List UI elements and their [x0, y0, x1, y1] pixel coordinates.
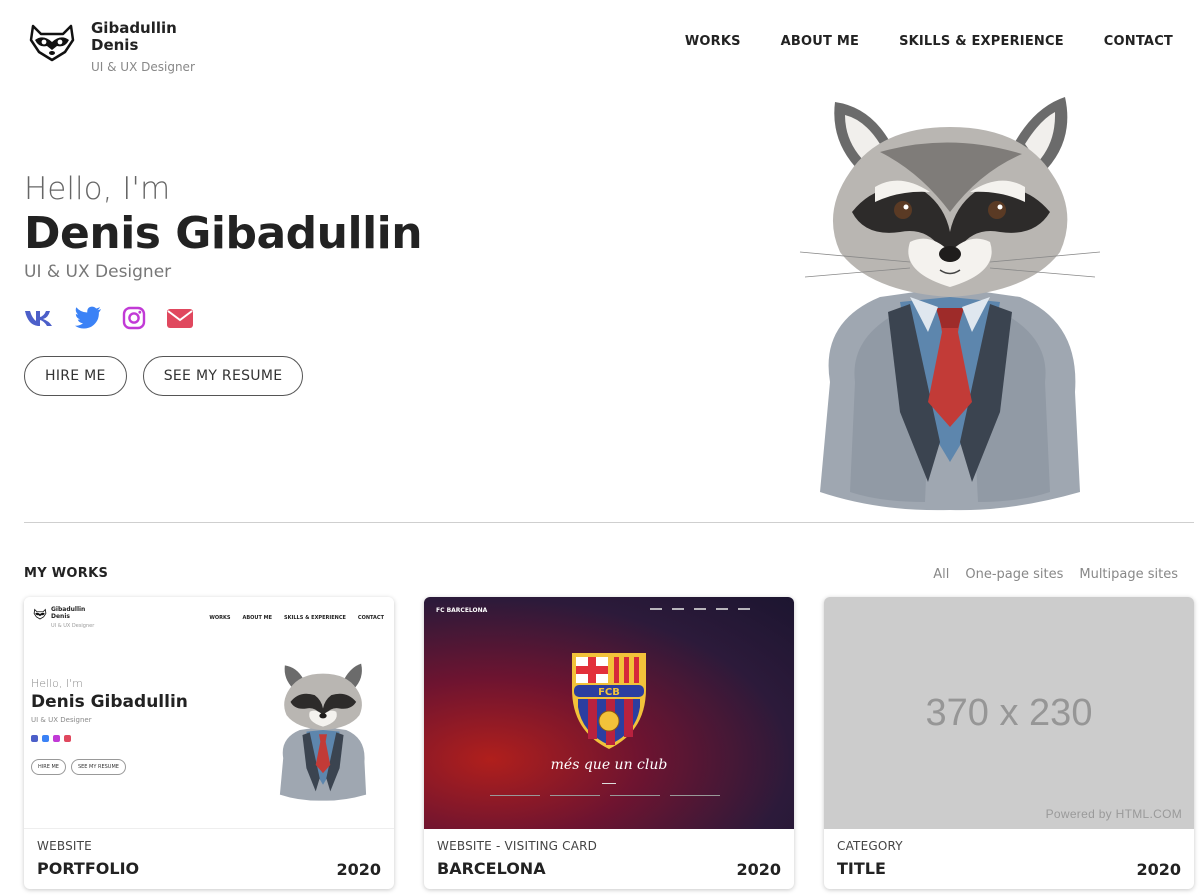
mini-nav-works: WORKS — [209, 615, 231, 621]
filter-all[interactable]: All — [933, 567, 949, 582]
filter-multipage-sites[interactable]: Multipage sites — [1079, 567, 1178, 582]
mini-logo-first: Gibadullin — [51, 606, 86, 613]
portfolio-thumbnail: Gibadullin Denis UI & UX Designer WORKS … — [24, 597, 394, 829]
card-title: BARCELONA — [437, 859, 546, 878]
hire-me-button[interactable]: HIRE ME — [24, 356, 127, 396]
works-filters: All One-page sites Multipage sites — [933, 567, 1178, 582]
mini-club-nav — [650, 608, 750, 610]
barcelona-thumbnail: FC BARCELONA FCB més que un club — [424, 597, 794, 829]
mini-nav-about: ABOUT ME — [242, 615, 273, 621]
filter-one-page-sites[interactable]: One-page sites — [965, 567, 1063, 582]
work-card-portfolio[interactable]: Gibadullin Denis UI & UX Designer WORKS … — [24, 597, 394, 889]
social-links — [24, 306, 584, 330]
hero-greeting: Hello, I'm — [24, 171, 171, 207]
card-title: TITLE — [837, 859, 886, 878]
mini-hire-button: HIRE ME — [31, 759, 66, 775]
mini-club-name: FC BARCELONA — [436, 607, 488, 614]
mini-vk-icon — [31, 735, 38, 742]
mini-twitter-icon — [42, 735, 49, 742]
mini-socials — [31, 735, 71, 742]
section-divider — [24, 522, 1194, 523]
placeholder-thumbnail: 370 x 230 Powered by HTML.COM — [824, 597, 1194, 829]
mini-buttons: HIRE ME SEE MY RESUME — [31, 759, 126, 775]
powered-by-text: Powered by HTML.COM — [1045, 807, 1182, 821]
nav-works[interactable]: WORKS — [685, 34, 741, 49]
mini-greeting: Hello, I'm — [31, 677, 83, 690]
mail-icon[interactable] — [166, 307, 194, 329]
raccoon-illustration — [799, 97, 1101, 511]
fcb-crest-icon: FCB — [572, 653, 646, 749]
nav-about-me[interactable]: ABOUT ME — [781, 34, 859, 49]
hero-name: Denis Gibadullin — [24, 208, 423, 259]
logo-role: UI & UX Designer — [91, 60, 195, 74]
vk-icon[interactable] — [24, 308, 54, 328]
card-category: WEBSITE - VISITING CARD — [437, 839, 598, 853]
card-category: CATEGORY — [837, 839, 903, 853]
logo-name-last: Denis — [91, 36, 139, 54]
mini-resume-button: SEE MY RESUME — [70, 759, 126, 775]
card-year: 2020 — [1136, 860, 1181, 879]
mini-mail-icon — [64, 735, 71, 742]
mini-nav-skills: SKILLS & EXPERIENCE — [284, 615, 346, 621]
card-year: 2020 — [736, 860, 781, 879]
nav-contact[interactable]: CONTACT — [1104, 34, 1173, 49]
hero-role: UI & UX Designer — [24, 262, 172, 282]
card-category: WEBSITE — [37, 839, 92, 853]
work-card-placeholder[interactable]: 370 x 230 Powered by HTML.COM CATEGORY T… — [824, 597, 1194, 889]
mini-logo-name: Gibadullin Denis — [51, 606, 85, 620]
mini-role: UI & UX Designer — [31, 716, 92, 724]
card-year: 2020 — [336, 860, 381, 879]
mini-nav-contact: CONTACT — [357, 615, 384, 621]
see-resume-button[interactable]: SEE MY RESUME — [142, 356, 304, 396]
raccoon-logo-icon — [29, 24, 75, 62]
club-motto: més que un club — [550, 757, 668, 773]
mini-nav: WORKS ABOUT ME SKILLS & EXPERIENCE CONTA… — [209, 615, 384, 621]
site-logo[interactable]: Gibadullin Denis UI & UX Designer — [27, 20, 195, 74]
mini-logo-role: UI & UX Designer — [51, 623, 95, 629]
card-title: PORTFOLIO — [37, 859, 140, 878]
placeholder-size-text: 370 x 230 — [925, 692, 1093, 734]
main-nav: WORKS ABOUT ME SKILLS & EXPERIENCE CONTA… — [685, 34, 1173, 49]
twitter-icon[interactable] — [74, 306, 102, 330]
mini-logo-last: Denis — [51, 613, 70, 620]
crest-letters: FCB — [598, 687, 620, 698]
hero-section: Hello, I'm Denis Gibadullin UI & UX Desi… — [24, 170, 584, 396]
mini-raccoon-logo-icon — [33, 608, 47, 620]
mini-slider-bars — [490, 795, 720, 796]
instagram-icon[interactable] — [122, 306, 146, 330]
motto-divider — [602, 783, 616, 784]
logo-name-first: Gibadullin — [91, 19, 177, 37]
mini-instagram-icon — [53, 735, 60, 742]
nav-skills-experience[interactable]: SKILLS & EXPERIENCE — [899, 34, 1064, 49]
work-card-barcelona[interactable]: FC BARCELONA FCB més que un club WEBSITE… — [424, 597, 794, 889]
works-section-title: MY WORKS — [24, 566, 109, 581]
mini-name: Denis Gibadullin — [31, 692, 188, 712]
mini-raccoon-illustration — [279, 663, 367, 801]
